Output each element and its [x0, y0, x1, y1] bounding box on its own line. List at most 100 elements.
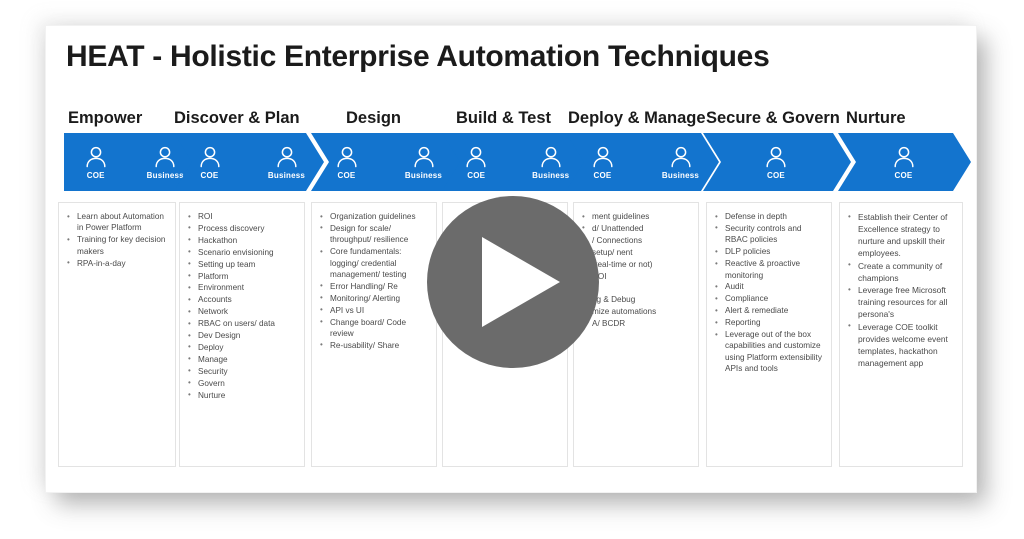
list-item: Scenario envisioning [188, 246, 299, 258]
list-item: / Connections [582, 234, 693, 246]
list-item: Network [188, 306, 299, 318]
phase-content-secure-govern: Defense in depthSecurity controls and RB… [706, 202, 832, 467]
persona-coe: COE [74, 144, 118, 180]
list-item: A/ BCDR [582, 318, 693, 330]
persona-label: Business [404, 171, 443, 180]
list-item: mize automations [582, 306, 693, 318]
person-icon [763, 144, 789, 170]
list-item: Training for key decision makers [67, 234, 170, 257]
list-item: API vs UI [320, 304, 431, 316]
persona-label: Business [532, 171, 570, 180]
phase-content-deploy-manage: ment guidelinesd/ Unattended/ Connection… [573, 202, 699, 467]
phase-chevron-secure-govern: COE [703, 133, 851, 191]
phase-content-nurture: Establish their Center of Excellence str… [839, 202, 963, 467]
phase-chevron-discover-plan: COE Business [174, 133, 324, 191]
list-item: Environment [188, 282, 299, 294]
person-icon [152, 144, 178, 170]
list-item: Leverage free Microsoft training resourc… [848, 284, 957, 320]
list-item: ment guidelines [582, 210, 693, 222]
person-icon [197, 144, 223, 170]
list-item: Defense in depth [715, 210, 826, 222]
list-item: Process discovery [188, 222, 299, 234]
person-icon [411, 144, 437, 170]
persona-business: Business [527, 144, 576, 180]
list-item: (real-time or not) [582, 258, 693, 270]
list-item: d/ Unattended [582, 222, 693, 234]
person-icon [891, 144, 917, 170]
list-item: ng & Debug [582, 294, 693, 306]
persona-coe: COE [878, 144, 930, 180]
person-icon [463, 144, 489, 170]
list-item: e [582, 282, 693, 294]
persona-label: Business [661, 171, 700, 180]
phase-chevron-build-test: COE Business [442, 133, 587, 191]
persona-coe: COE [750, 144, 802, 180]
persona-business: Business [398, 144, 449, 180]
person-icon [83, 144, 109, 170]
play-triangle-icon [482, 237, 560, 327]
screenshot-stage: HEAT - Holistic Enterprise Automation Te… [0, 0, 1024, 539]
list-item: Monitoring/ Alerting [320, 292, 431, 304]
phase-label-empower: Empower [68, 109, 143, 127]
person-icon [274, 144, 300, 170]
list-item: Manage [188, 353, 299, 365]
list-item: Audit [715, 281, 826, 293]
persona-label: COE [894, 171, 913, 180]
list-item: Leverage out of the box capabilities and… [715, 329, 826, 375]
list-item: Setting up team [188, 258, 299, 270]
phase-content-discover-plan: ROIProcess discoveryHackathonScenario en… [179, 202, 305, 467]
persona-business: Business [655, 144, 707, 180]
phase-label-build-test: Build & Test [456, 109, 552, 127]
phase-label-design: Design [346, 109, 402, 127]
persona-business: Business [261, 144, 312, 180]
phase-chevron-empower: COE Business [64, 133, 199, 191]
list-item: Learn about Automation in Power Platform [67, 211, 170, 234]
persona-label: Business [146, 171, 184, 180]
persona-label: COE [467, 171, 486, 180]
phase-content-design: Organization guidelinesDesign for scale/… [311, 202, 437, 467]
list-item: Change board/ Code review [320, 316, 431, 340]
list-item: Create a community of champions [848, 259, 957, 284]
phase-label-secure-govern: Secure & Govern [706, 109, 840, 127]
persona-label: Business [267, 171, 306, 180]
person-icon [334, 144, 360, 170]
persona-label: COE [200, 171, 219, 180]
list-item: Organization guidelines [320, 210, 431, 222]
persona-label: COE [593, 171, 612, 180]
person-icon [538, 144, 564, 170]
person-icon [668, 144, 694, 170]
list-item: Deploy [188, 341, 299, 353]
list-item: ROI [188, 210, 299, 222]
phase-chevron-nurture: COE [838, 133, 971, 191]
list-item: DLP policies [715, 246, 826, 258]
list-item: Compliance [715, 293, 826, 305]
list-item: Hackathon [188, 234, 299, 246]
person-icon [590, 144, 616, 170]
phase-label-deploy-manage: Deploy & Manage [568, 109, 706, 127]
list-item: RBAC on users/ data [188, 318, 299, 330]
list-item: Security controls and RBAC policies [715, 222, 826, 246]
phase-label-nurture: Nurture [846, 109, 906, 127]
list-item: Security [188, 365, 299, 377]
list-item: Platform [188, 270, 299, 282]
list-item: Error Handling/ Re [320, 280, 431, 292]
list-item: Dev Design [188, 330, 299, 342]
persona-label: COE [337, 171, 356, 180]
play-button[interactable] [427, 196, 599, 368]
list-item: Establish their Center of Excellence str… [848, 211, 957, 259]
phase-label-discover-plan: Discover & Plan [174, 109, 300, 127]
list-item: ROI [582, 270, 693, 282]
list-item: Reactive & proactive monitoring [715, 258, 826, 281]
persona-label: COE [767, 171, 785, 180]
list-item: Re-usability/ Share [320, 339, 431, 351]
list-item: Leverage COE toolkit provides welcome ev… [848, 320, 957, 369]
list-item: setup/ nent [582, 246, 693, 258]
list-item: Design for scale/ throughput/ resilience [320, 222, 431, 246]
list-item: RPA-in-a-day [67, 257, 170, 269]
phase-chevron-deploy-manage: COE Business [566, 133, 719, 191]
list-item: Govern [188, 377, 299, 389]
persona-coe: COE [577, 144, 629, 180]
list-item: Nurture [188, 389, 299, 401]
list-item: Reporting [715, 317, 826, 329]
list-item: Core fundamentals: logging/ credential m… [320, 246, 431, 280]
